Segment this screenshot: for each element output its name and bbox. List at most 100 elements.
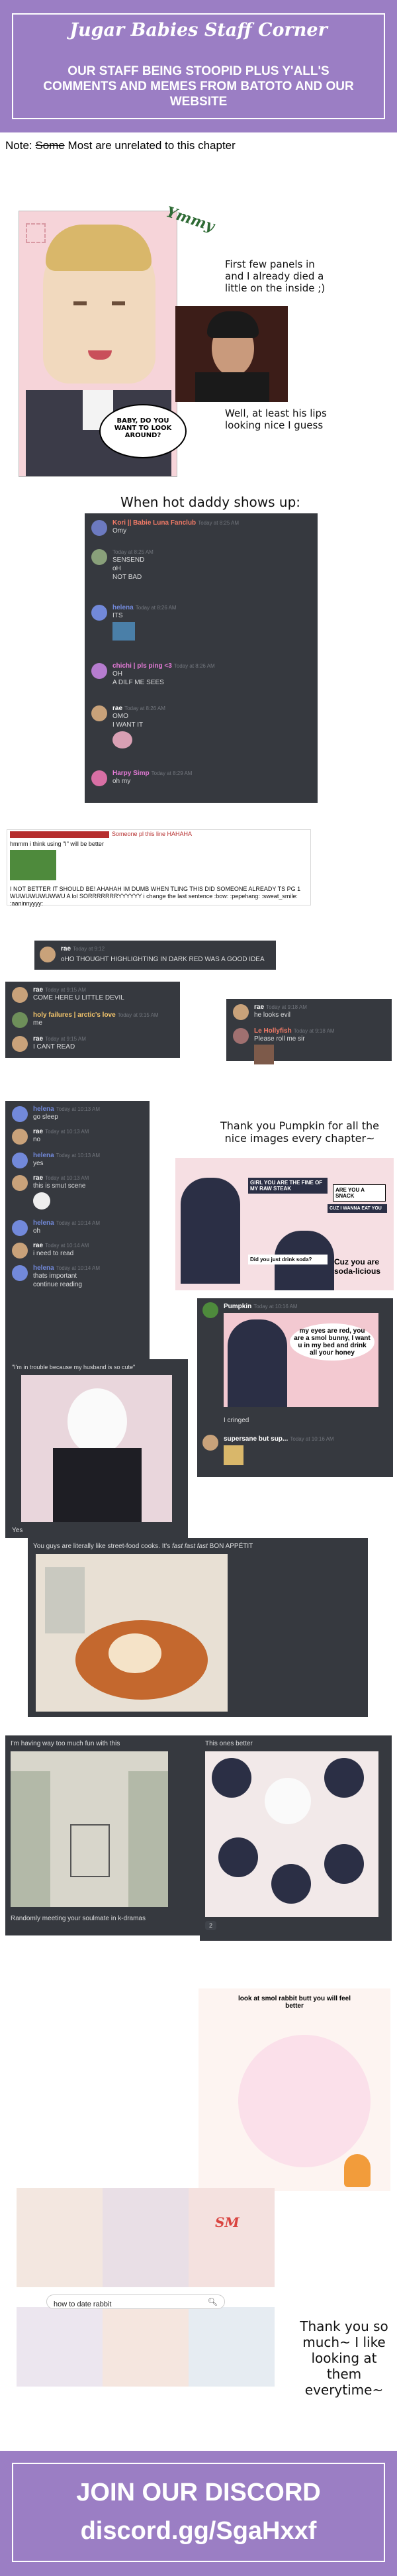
chat-username[interactable]: helena [33, 1219, 54, 1227]
chat-text: oHO THOUGHT HIGHLIGHTING IN DARK RED WAS… [61, 956, 265, 963]
meme-text: GIRL YOU ARE THE FINE OF MY RAW STEAK [248, 1178, 328, 1194]
chat-username[interactable]: helena [33, 1106, 54, 1113]
chat-text: I WANT IT [112, 721, 144, 729]
chat-timestamp: Today at 8:26 AM [173, 663, 215, 669]
note-prefix: Note: [5, 139, 32, 152]
chat-message: rae Today at 9:18 AM he looks evil [233, 1003, 388, 1020]
avatar [12, 1175, 28, 1191]
chat-username[interactable]: rae [33, 986, 43, 994]
chat-timestamp: Today at 9:18 AM [266, 1004, 307, 1010]
chat-username[interactable]: helena [33, 1264, 54, 1272]
chat-message: Harpy Simp Today at 8:29 AM oh my [91, 769, 314, 786]
note-text: Most are unrelated to this chapter [67, 139, 236, 152]
emote-image [112, 622, 135, 641]
comment-thread: Someone pl this line HAHAHA hmmm i think… [7, 829, 311, 907]
noodle-image [36, 1554, 228, 1712]
chat-text: OMO [112, 713, 128, 720]
rabbit-collage: SM [17, 2188, 275, 2387]
discord-husband-meme: "I'm in trouble because my husband is so… [5, 1359, 188, 1538]
store-image [11, 1751, 168, 1907]
chat-username[interactable]: helena [112, 604, 134, 611]
rabbit-meme: look at smol rabbit butt you will feel b… [198, 1988, 390, 2191]
chat-username[interactable]: Le Hollyfish [254, 1027, 292, 1035]
chat-username[interactable]: chichi | pls ping <3 [112, 662, 172, 670]
caption-emphasis: fast fast fast [171, 1543, 208, 1550]
chat-text: SENSEND [112, 556, 145, 564]
chat-text: COME HERE U LITTLE DEVIL [33, 994, 124, 1002]
avatar [12, 1036, 28, 1052]
discord-chat-hot-daddy: Kori || Babie Luna Fanclub Today at 8:25… [85, 513, 318, 803]
chat-username[interactable]: rae [33, 1174, 43, 1182]
avatar [12, 1243, 28, 1259]
chat-text: no [33, 1136, 41, 1143]
chat-text: this is smut scene [33, 1182, 86, 1190]
meme-text: my eyes are red, you are a smol bunny, I… [290, 1323, 375, 1361]
reaction-chip[interactable]: 2 [205, 1921, 217, 1930]
chat-username[interactable]: rae [254, 1004, 264, 1011]
chat-username[interactable]: rae [61, 945, 71, 953]
meme-caption: "I'm in trouble because my husband is so… [12, 1364, 136, 1370]
avatar [91, 770, 107, 786]
chat-text: oh my [112, 778, 131, 785]
chat-username[interactable]: Kori || Babie Luna Fanclub [112, 519, 196, 527]
chapter-note: Note: Some Most are unrelated to this ch… [5, 139, 236, 152]
chat-message: rae Today at 10:14 AM i need to read [12, 1241, 146, 1259]
chat-text: Please roll me sir [254, 1035, 305, 1043]
caption-text: You guys are literally like street-food … [33, 1543, 172, 1550]
chat-timestamp: Today at 10:14 AM [45, 1243, 89, 1249]
chat-username[interactable]: rae [33, 1242, 43, 1249]
discord-chat-pumpkin: Pumpkin Today at 10:16 AM my eyes are re… [197, 1298, 393, 1477]
chat-timestamp: Today at 10:13 AM [45, 1175, 89, 1181]
chat-text: A DILF ME SEES [112, 679, 164, 686]
chat-username[interactable]: helena [33, 1152, 54, 1159]
chat-text: continue reading [33, 1281, 82, 1288]
search-input[interactable]: how to date rabbit [54, 2300, 111, 2308]
discord-invite-link[interactable]: discord.gg/SgaHxxf [0, 2517, 397, 2546]
chat-username[interactable]: Pumpkin [224, 1303, 251, 1310]
avatar [91, 605, 107, 621]
bunny-meme: my eyes are red, you are a smol bunny, I… [224, 1313, 378, 1407]
chat-message: rae Today at 10:13 AM no [12, 1127, 146, 1145]
comment-top-text: Someone pl this line HAHAHA [112, 831, 193, 837]
avatar [12, 1220, 28, 1236]
chat-username[interactable]: supersane but sup... [224, 1435, 288, 1443]
better-caption: This ones better [205, 1740, 253, 1747]
chat-username[interactable]: Harpy Simp [112, 770, 150, 777]
caption-first-panels: First few panels in and I already died a… [225, 258, 326, 294]
chat-timestamp: Today at 9:12 [73, 946, 105, 952]
caption-lips: Well, at least his lips looking nice I g… [225, 407, 327, 431]
avatar [12, 1129, 28, 1145]
meme-text: ARE YOU A SNACK [333, 1184, 386, 1202]
chat-username[interactable]: rae [33, 1128, 43, 1135]
note-struck: Some [35, 139, 65, 152]
pickup-meme: GIRL YOU ARE THE FINE OF MY RAW STEAK AR… [175, 1158, 394, 1290]
chat-username[interactable]: holy failures | arctic's love [33, 1011, 116, 1019]
search-icon[interactable]: 🔍︎ [208, 2297, 218, 2306]
thanks-final-caption: Thank you so much~ I like looking at the… [300, 2318, 388, 2398]
search-bar[interactable]: how to date rabbit 🔍︎ [46, 2294, 225, 2309]
discord-fun: I'm having way too much fun with this Ra… [5, 1735, 201, 1935]
reply-text: Yes [12, 1527, 23, 1534]
chat-text: ITS [112, 612, 123, 619]
chat-username[interactable]: rae [112, 705, 122, 712]
chat-username[interactable]: rae [33, 1035, 43, 1043]
chat-message: Le Hollyfish Today at 9:18 AM Please rol… [233, 1027, 388, 1064]
chat-timestamp: Today at 10:14 AM [56, 1265, 101, 1271]
husband-meme-image [21, 1375, 172, 1522]
page-subtitle: OUR STAFF BEING STOOPID PLUS Y'ALL'S COM… [43, 64, 354, 109]
chat-text: me [33, 1019, 42, 1027]
avatar [233, 1004, 249, 1020]
photo-actor [175, 306, 288, 402]
chat-timestamp: Today at 10:16 AM [253, 1304, 298, 1310]
fun-footer-caption: Randomly meeting your soulmate in k-dram… [11, 1915, 146, 1922]
avatar [91, 549, 107, 565]
chat-timestamp: Today at 9:15 AM [117, 1012, 159, 1018]
avatar [233, 1028, 249, 1044]
avatar [12, 1265, 28, 1281]
footer-join-text: JOIN OUR DISCORD [76, 2479, 321, 2506]
chat-text: he looks evil [254, 1011, 291, 1019]
meme-text: Cuz you are soda-licious [334, 1257, 381, 1276]
caption-text: BON APPÉTIT [207, 1543, 253, 1550]
discord-chat-rae-highlight: rae Today at 9:12 oHO THOUGHT HIGHLIGHTI… [34, 941, 276, 970]
chat-timestamp: Today at 8:25 AM [112, 549, 154, 555]
